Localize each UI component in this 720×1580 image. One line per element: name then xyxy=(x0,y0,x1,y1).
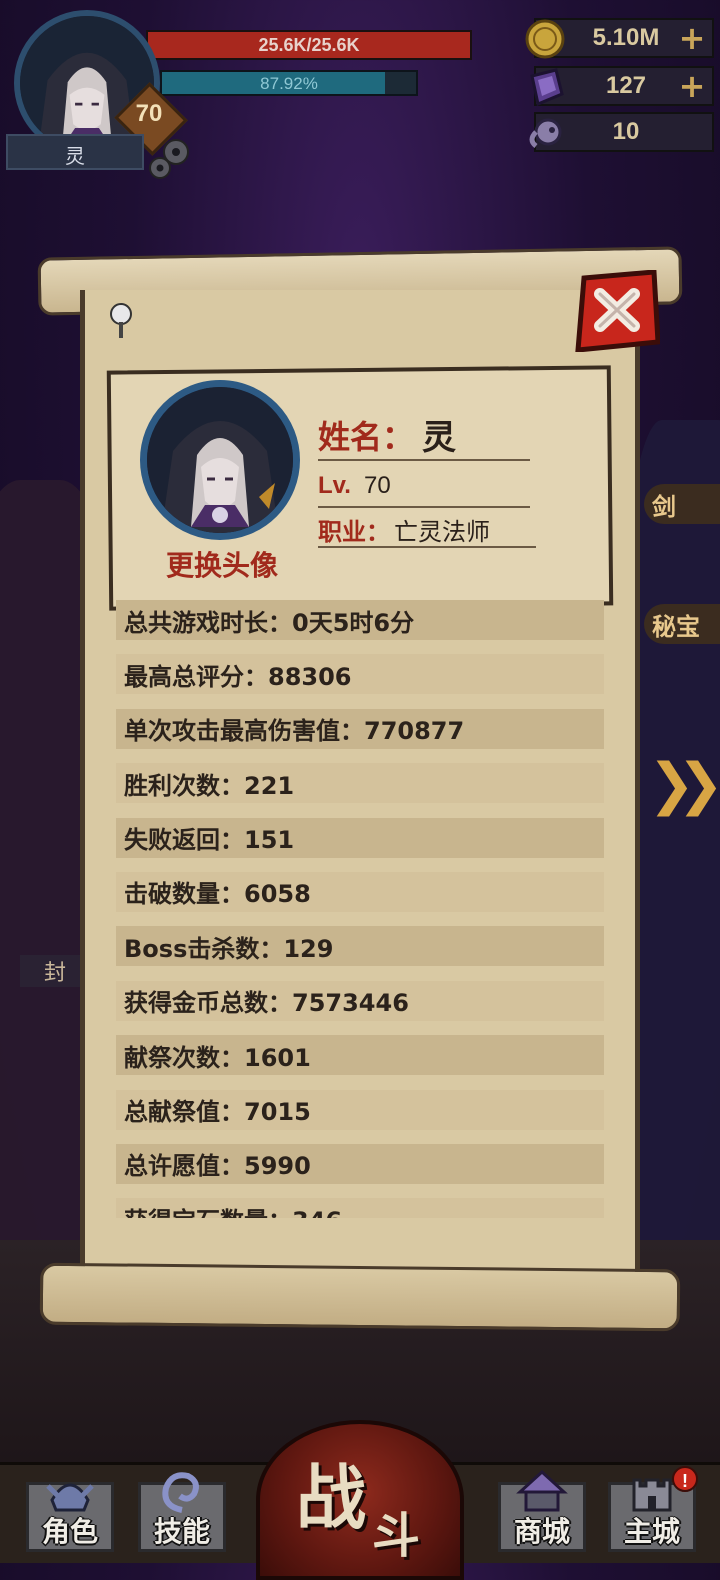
level-underline xyxy=(318,506,530,508)
hp-bar: 25.6K/25.6K xyxy=(146,30,472,60)
hooded-mage-portrait-icon xyxy=(147,387,293,533)
name-underline xyxy=(318,459,530,461)
close-button[interactable] xyxy=(574,270,660,352)
key-counter: 10 xyxy=(529,112,714,152)
add-gem-button[interactable]: + xyxy=(678,70,706,102)
gold-counter: 5.10M + xyxy=(525,18,714,59)
stat-row-total-gold: 获得金币总数：7573446 xyxy=(116,980,604,1021)
name-label: 姓名： xyxy=(318,418,415,456)
stat-row-sacrifice-total: 总献祭值：7015 xyxy=(116,1089,604,1130)
settings-gear-icon[interactable] xyxy=(146,134,196,184)
xp-text: 87.92% xyxy=(260,74,318,93)
stat-row-play-time: 总共游戏时长：0天5时6分 xyxy=(116,600,604,640)
player-name: 灵 xyxy=(65,144,85,168)
stat-row-victories: 胜利次数：221 xyxy=(116,763,604,804)
stat-row-sacrifice-count: 献祭次数：1601 xyxy=(116,1035,604,1076)
xp-bar: 87.92% xyxy=(160,70,418,96)
background-map-tag-treasure: 秘宝 xyxy=(644,604,720,644)
ram-skull-key-icon xyxy=(529,118,562,148)
class-label: 职业： xyxy=(318,518,390,546)
scroll-bottom-roll xyxy=(39,1262,681,1332)
nav-shop-label: 商城 xyxy=(513,1515,570,1548)
gem-counter: 127 + xyxy=(530,66,714,107)
key-value: 10 xyxy=(612,118,640,145)
nav-shop-button[interactable]: 商城 xyxy=(494,1466,590,1556)
name-value: 灵 xyxy=(422,418,456,458)
city-alert-badge: ! xyxy=(672,1466,698,1492)
add-gold-button[interactable]: + xyxy=(678,22,706,54)
gold-value: 5.10M xyxy=(592,24,660,51)
stat-row-kills: 击破数量：6058 xyxy=(116,871,604,912)
stat-row-wish-total: 总许愿值：5990 xyxy=(116,1143,604,1184)
pin-icon xyxy=(110,303,132,338)
profile-avatar[interactable] xyxy=(140,380,300,540)
level-badge-text: 70 xyxy=(135,100,163,127)
background-map-tag-sword: 剑 xyxy=(644,484,720,524)
gem-value: 127 xyxy=(605,72,647,99)
change-avatar-button[interactable]: 更换头像 xyxy=(150,544,294,584)
battle-label-2: 斗 xyxy=(372,1508,421,1564)
stat-row-best-score: 最高总评分：88306 xyxy=(116,654,604,695)
chevron-right-icon: ❯❯ xyxy=(648,752,720,817)
nav-character-label: 角色 xyxy=(41,1515,98,1548)
stats-list[interactable]: 总共游戏时长：0天5时6分 最高总评分：88306 单次攻击最高伤害值：7708… xyxy=(116,600,604,1218)
gold-coin-icon xyxy=(525,19,565,59)
nav-skills-label: 技能 xyxy=(153,1515,210,1548)
class-value: 亡灵法师 xyxy=(394,518,490,546)
purple-gem-icon xyxy=(530,68,564,107)
nav-skills-button[interactable]: 技能 xyxy=(134,1466,230,1556)
class-underline xyxy=(318,546,536,548)
stat-row-gems-obtained: 获得宝石数量：346 xyxy=(116,1198,604,1218)
stat-row-defeats: 失败返回：151 xyxy=(116,817,604,858)
level-value: 70 xyxy=(364,472,391,499)
nav-city-label: 主城 xyxy=(623,1515,680,1548)
stat-row-max-damage: 单次攻击最高伤害值：770877 xyxy=(116,708,604,749)
player-name-plate: 灵 xyxy=(6,134,144,170)
level-label: Lv. xyxy=(318,472,351,499)
stat-row-boss-kills: Boss击杀数：129 xyxy=(116,926,604,967)
nav-character-button[interactable]: 角色 xyxy=(22,1466,118,1556)
battle-label-1: 战 xyxy=(296,1457,366,1539)
hp-text: 25.6K/25.6K xyxy=(258,35,360,55)
